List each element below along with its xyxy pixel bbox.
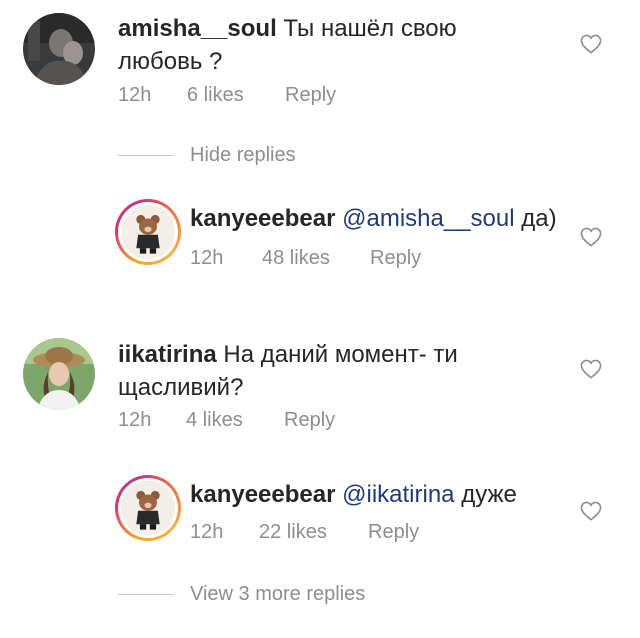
reply-text: kanyeeebear @iikatirina дуже	[190, 478, 590, 511]
view-more-replies-button[interactable]: View 3 more replies	[190, 583, 365, 606]
reply-button[interactable]: Reply	[284, 409, 335, 432]
heart-icon[interactable]	[580, 501, 602, 521]
comment-likes[interactable]: 4 likes	[186, 409, 243, 432]
reply-likes[interactable]: 22 likes	[259, 521, 327, 544]
reply-button[interactable]: Reply	[285, 84, 336, 107]
comment-username[interactable]: iikatirina	[118, 341, 217, 368]
reply-username[interactable]: kanyeeebear	[190, 481, 335, 508]
reply-time: 12h	[190, 521, 224, 543]
comment-likes[interactable]: 6 likes	[187, 84, 244, 107]
comment-text: iikatirina На даний момент- ти щасливий?	[118, 338, 498, 404]
hide-replies-button[interactable]: Hide replies	[190, 144, 296, 167]
avatar-photo	[23, 338, 95, 410]
reply-likes[interactable]: 48 likes	[262, 247, 330, 270]
comment-username[interactable]: amisha__soul	[118, 15, 277, 42]
thread-divider	[118, 155, 174, 156]
reply-text: kanyeeebear @amisha__soul да)	[190, 202, 590, 235]
comment-time: 12h	[118, 84, 152, 106]
mention-link[interactable]: @amisha__soul	[342, 205, 514, 232]
comment-time: 12h	[118, 409, 152, 431]
mention-link[interactable]: @iikatirina	[342, 481, 454, 508]
reply-username[interactable]: kanyeeebear	[190, 205, 335, 232]
reply-button[interactable]: Reply	[370, 247, 421, 270]
comment-meta: 12h 4 likes Reply	[0, 409, 640, 435]
reply-button[interactable]: Reply	[368, 521, 419, 544]
comment-meta: 12h 6 likes Reply	[0, 84, 640, 110]
reply-meta: 12h 48 likes Reply	[0, 247, 640, 273]
heart-icon[interactable]	[580, 227, 602, 247]
thread-divider	[118, 594, 174, 595]
reply-body: да)	[521, 205, 557, 232]
avatar-photo	[23, 13, 95, 85]
reply-meta: 12h 22 likes Reply	[0, 521, 640, 547]
avatar[interactable]	[23, 13, 95, 85]
reply-time: 12h	[190, 247, 224, 269]
comment-text: amisha__soul Ты нашёл свою любовь ?	[118, 12, 538, 78]
reply-body: дуже	[461, 481, 517, 508]
heart-icon[interactable]	[580, 34, 602, 54]
avatar[interactable]	[23, 338, 95, 410]
heart-icon[interactable]	[580, 359, 602, 379]
